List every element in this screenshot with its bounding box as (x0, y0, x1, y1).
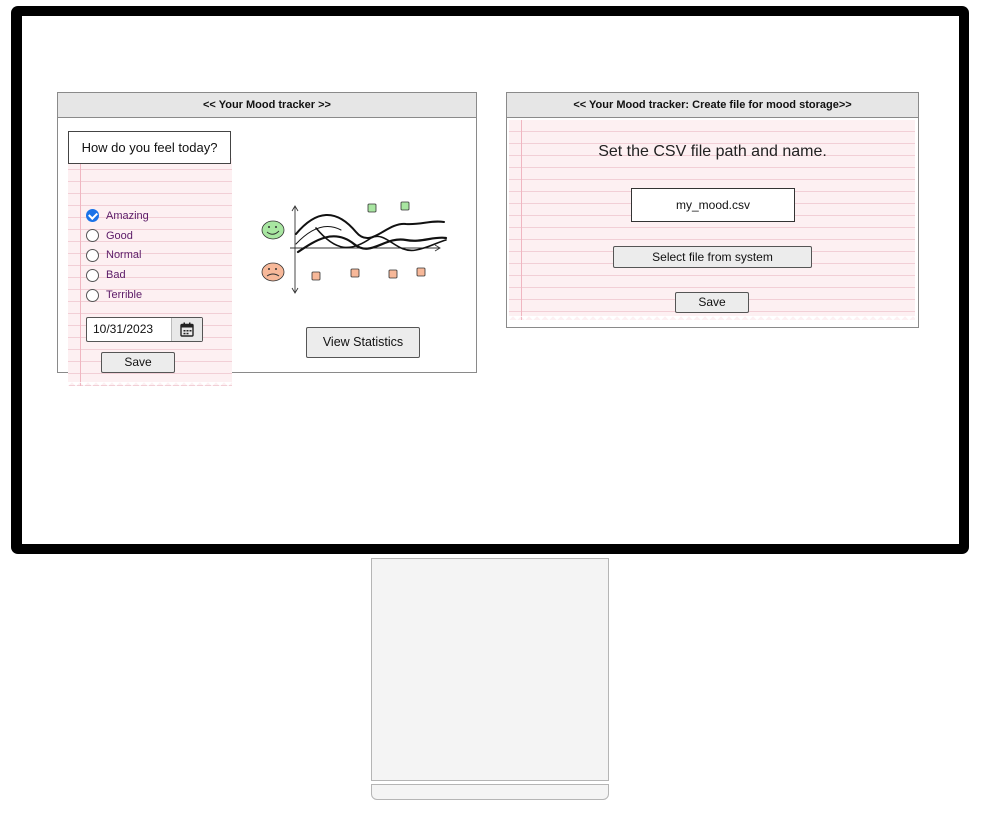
mood-option-bad[interactable]: Bad (86, 265, 149, 285)
radio-unchecked[interactable] (86, 248, 99, 262)
window-title: << Your Mood tracker >> (58, 93, 476, 118)
mood-trend-lines (295, 214, 448, 254)
window-title: << Your Mood tracker: Create file for mo… (507, 93, 918, 118)
radio-unchecked[interactable] (86, 268, 99, 282)
radio-checked[interactable] (86, 209, 99, 223)
mood-option-label: Terrible (106, 289, 143, 302)
mood-option-normal[interactable]: Normal (86, 246, 149, 266)
radio-unchecked[interactable] (86, 229, 99, 243)
happy-face-icon (261, 220, 285, 240)
file-name-input[interactable]: my_mood.csv (631, 188, 795, 222)
sad-markers (311, 267, 426, 281)
mood-option-label: Bad (106, 269, 126, 282)
mood-option-amazing[interactable]: Amazing (86, 206, 149, 226)
mood-options: Amazing Good Normal Bad Terrible (86, 206, 149, 305)
view-statistics-button[interactable]: View Statistics (306, 327, 420, 358)
mood-option-label: Amazing (106, 209, 149, 222)
radio-unchecked[interactable] (86, 288, 99, 302)
date-value: 10/31/2023 (93, 322, 154, 336)
monitor-frame: << Your Mood tracker >> How do you feel … (11, 6, 969, 554)
mood-option-good[interactable]: Good (86, 226, 149, 246)
create-file-window: << Your Mood tracker: Create file for mo… (506, 92, 919, 328)
save-file-button[interactable]: Save (675, 292, 749, 313)
happy-markers (367, 201, 410, 213)
csv-instruction: Set the CSV file path and name. (598, 143, 827, 160)
mood-option-label: Good (106, 229, 133, 242)
mood-option-terrible[interactable]: Terrible (86, 285, 149, 305)
calendar-icon[interactable] (171, 318, 202, 341)
date-input[interactable]: 10/31/2023 (86, 317, 203, 342)
save-mood-button[interactable]: Save (101, 352, 175, 373)
sad-face-icon (261, 262, 285, 282)
mood-tracker-window: << Your Mood tracker >> How do you feel … (57, 92, 477, 390)
select-file-button[interactable]: Select file from system (613, 246, 812, 268)
monitor-stand (371, 558, 609, 781)
mood-statistics-sketch (261, 201, 448, 294)
mood-option-label: Normal (106, 249, 142, 262)
monitor-screen: << Your Mood tracker >> How do you feel … (22, 16, 959, 544)
monitor-stand-base (371, 784, 609, 800)
mood-question: How do you feel today? (68, 131, 231, 164)
